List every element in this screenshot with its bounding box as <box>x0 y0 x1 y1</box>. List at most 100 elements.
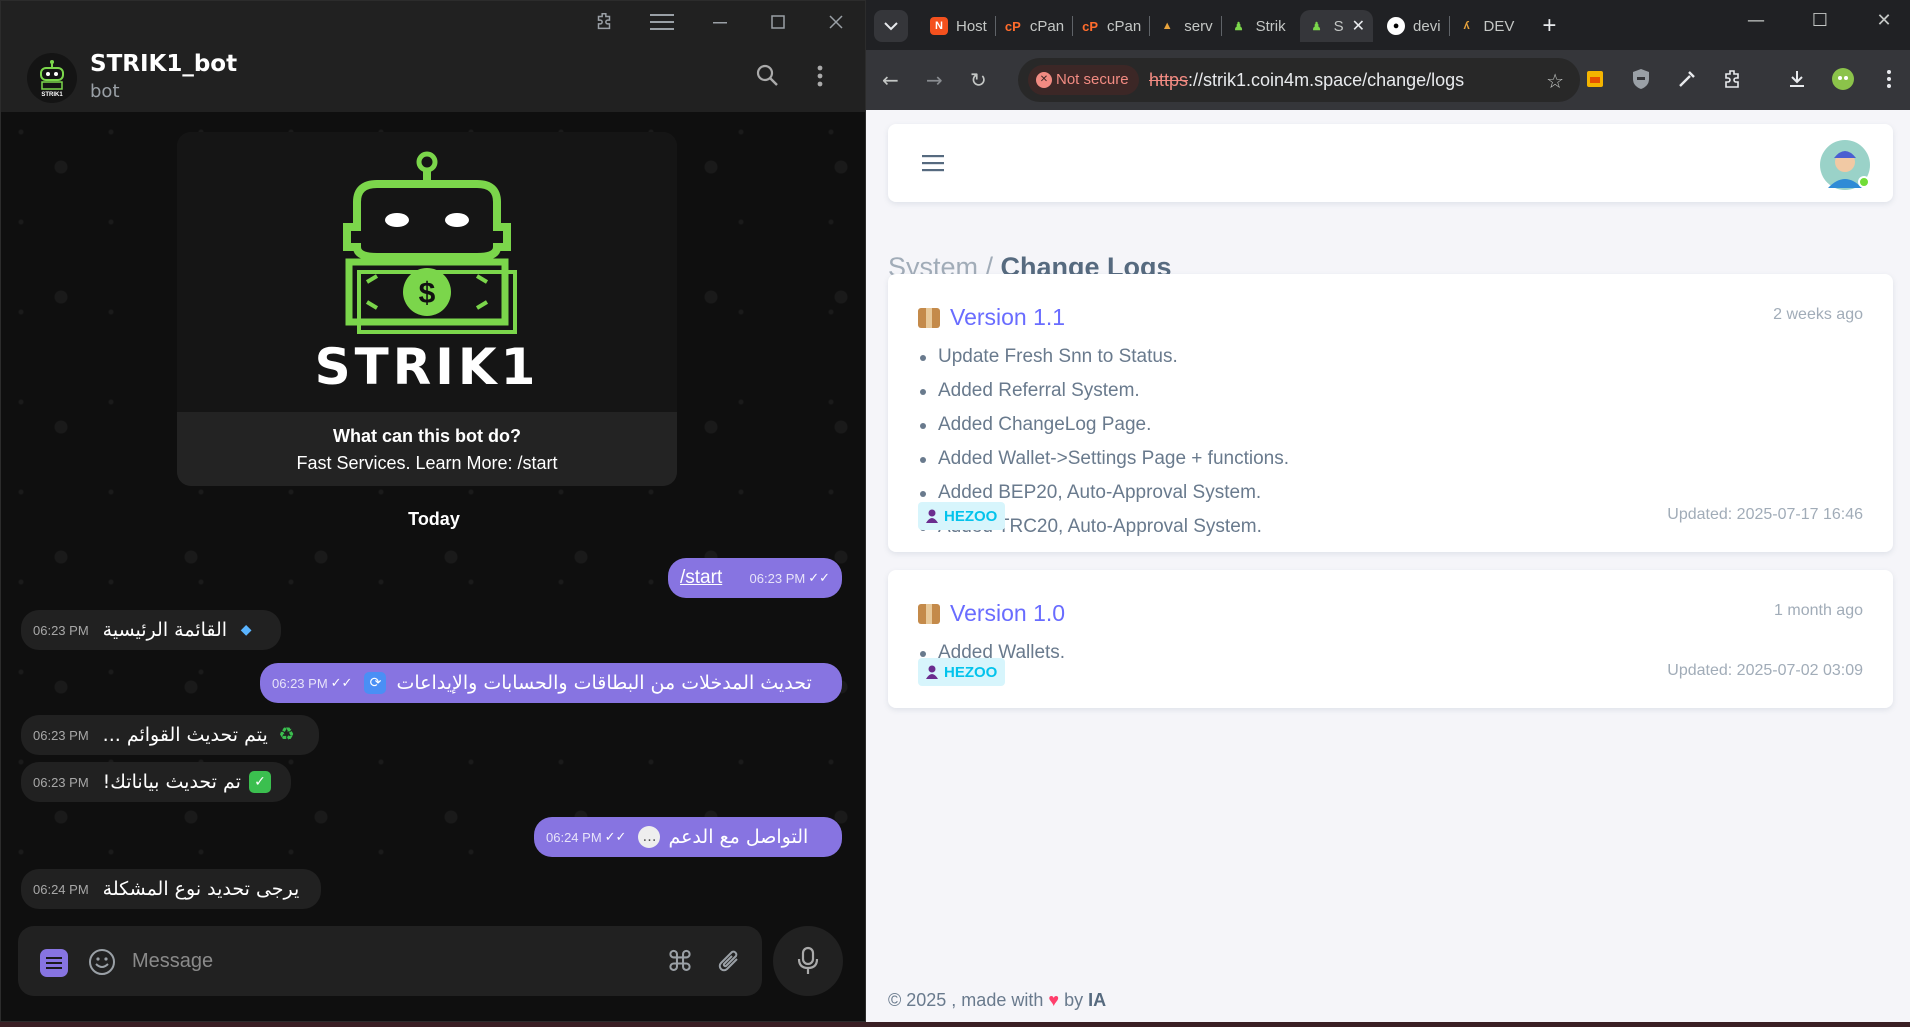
tab-dev[interactable]: ʎ DEV <box>1450 10 1523 42</box>
author-badge: HEZOO <box>918 502 1006 530</box>
chat-title[interactable]: STRIK1_bot <box>90 51 237 77</box>
eyedropper-icon[interactable] <box>1674 66 1700 92</box>
footer-text: © 2025 , made with <box>888 990 1044 1010</box>
forward-icon[interactable]: → <box>926 68 943 92</box>
tab-label: Strik <box>1255 17 1286 35</box>
tab-label: devi <box>1413 17 1441 35</box>
message-time: 06:23 PM <box>749 570 806 586</box>
message-bubble[interactable]: 06:24 PM ✓✓ … التواصل مع الدعم <box>534 817 842 857</box>
hamburger-menu-icon[interactable] <box>922 154 944 176</box>
maximize-icon[interactable] <box>761 9 795 35</box>
profile-icon[interactable] <box>1830 66 1856 92</box>
heart-icon: ♥ <box>1048 990 1060 1010</box>
change-item: Update Fresh Snn to Status. <box>918 340 1289 374</box>
footer-author[interactable]: IA <box>1088 990 1106 1010</box>
close-tab-icon[interactable]: ✕ <box>1352 16 1365 36</box>
message-input[interactable]: Message <box>132 950 213 973</box>
message-text: يرجى تحديد نوع المشكلة <box>102 878 300 900</box>
double-check-icon: ✓✓ <box>808 570 830 586</box>
message-bubble[interactable]: 06:23 PM يتم تحديث القوائم ... ♻ <box>21 715 319 755</box>
chat-area[interactable]: $ STRIK1 What can this bot do? Fast Serv… <box>1 112 865 1020</box>
message-time: 06:24 PM <box>33 881 89 897</box>
tab-host[interactable]: N Host <box>922 10 995 42</box>
message-time: 06:23 PM <box>33 774 89 790</box>
back-icon[interactable]: ← <box>882 68 899 92</box>
date-separator: Today <box>408 509 460 529</box>
bot-menu-button[interactable] <box>40 949 68 977</box>
change-item: Added Referral System. <box>918 374 1289 408</box>
dev-icon: ʎ <box>1463 20 1470 32</box>
svg-text:STRIK1: STRIK1 <box>315 338 540 396</box>
command-icon[interactable]: ⌘ <box>666 948 694 976</box>
double-check-icon: ✓✓ <box>330 675 353 691</box>
minimize-icon[interactable] <box>703 9 737 35</box>
message-text: تم تحديث بياناتك! <box>102 771 241 793</box>
message-text[interactable]: /start <box>680 567 722 589</box>
recycle-icon: ♻ <box>278 724 295 745</box>
tab-cpanel-1[interactable]: cP cPan <box>996 10 1072 42</box>
strik-icon: ♟ <box>1311 20 1322 33</box>
user-icon <box>926 665 938 679</box>
emoji-icon[interactable] <box>88 948 116 980</box>
download-icon[interactable] <box>1784 66 1810 92</box>
taskbar-strip <box>0 1022 1910 1027</box>
puzzle-icon[interactable] <box>587 9 621 35</box>
telegram-window: STRIK1 STRIK1_bot bot $ STRIK1 What can … <box>0 0 866 1022</box>
tab-label: Host <box>956 17 987 35</box>
tab-active[interactable]: ♟ S ✕ <box>1299 10 1374 42</box>
more-options-icon[interactable] <box>817 65 823 91</box>
microphone-button[interactable] <box>773 926 843 996</box>
tab-github[interactable]: ● devi <box>1379 10 1449 42</box>
online-status-dot <box>1858 176 1870 188</box>
author-name: HEZOO <box>944 507 998 525</box>
paperclip-icon[interactable] <box>715 948 741 980</box>
extension-icon[interactable] <box>1582 66 1608 92</box>
message-time: 06:23 PM <box>33 727 89 743</box>
search-icon[interactable] <box>755 63 779 91</box>
chat-avatar[interactable]: STRIK1 <box>27 53 77 103</box>
extensions-puzzle-icon[interactable] <box>1720 66 1746 92</box>
github-icon: ● <box>1387 17 1406 35</box>
window-controls: — ☐ ✕ <box>1736 10 1904 31</box>
top-navbar <box>888 124 1893 202</box>
new-tab-button[interactable]: + <box>1534 10 1564 42</box>
version-title[interactable]: Version 1.1 <box>950 304 1065 331</box>
bot-description-text: Fast Services. Learn More: /start <box>296 453 558 473</box>
chevron-down-icon <box>884 22 898 31</box>
plus-icon: + <box>1542 12 1557 39</box>
tab-search-button[interactable] <box>874 10 908 42</box>
message-text: التواصل مع الدعم <box>668 826 809 848</box>
message-bubble[interactable]: /start 06:23 PM ✓✓ <box>668 558 842 598</box>
not-secure-chip[interactable]: Not secure <box>1028 65 1139 95</box>
change-item: Added Wallet->Settings Page + functions. <box>918 442 1289 476</box>
message-composer[interactable]: Message ⌘ <box>18 926 762 996</box>
bookmark-star-icon[interactable]: ☆ <box>1546 69 1564 93</box>
url-text[interactable]: https://strik1.coin4m.space/change/logs <box>1149 70 1464 91</box>
tab-server[interactable]: ▲ serv <box>1150 10 1220 42</box>
message-bubble[interactable]: 06:23 PM تم تحديث بياناتك! ✓ <box>21 762 291 802</box>
close-icon[interactable] <box>819 9 853 35</box>
user-avatar[interactable] <box>1820 140 1870 190</box>
tab-cpanel-2[interactable]: cP cPan <box>1073 10 1149 42</box>
tab-strik[interactable]: ♟ Strik <box>1222 10 1294 42</box>
menu-icon[interactable] <box>645 9 679 35</box>
browser-window: N Host cP cPan cP cPan ▲ serv ♟ Strik ♟ S ✕ ● de… <box>866 0 1910 1022</box>
server-icon: ▲ <box>1161 20 1173 32</box>
close-icon[interactable]: ✕ <box>1864 10 1904 31</box>
message-bubble[interactable]: 06:23 PM القائمة الرئيسية ◆ <box>21 610 281 650</box>
tab-label: S <box>1333 17 1344 35</box>
cpanel-icon: cP <box>1004 18 1021 34</box>
tab-label: serv <box>1184 17 1213 35</box>
chrome-menu-icon[interactable] <box>1876 66 1902 92</box>
message-text: تحديث المدخلات من البطاقات والحسابات وال… <box>396 672 812 694</box>
shield-icon[interactable] <box>1628 66 1654 92</box>
address-bar[interactable]: Not secure https://strik1.coin4m.space/c… <box>1018 58 1580 102</box>
version-title[interactable]: Version 1.0 <box>950 600 1065 627</box>
message-bubble[interactable]: 06:24 PM يرجى تحديد نوع المشكلة <box>21 869 321 909</box>
reload-icon[interactable]: ↻ <box>970 68 987 92</box>
message-bubble[interactable]: 06:23 PM ✓✓ ⟳ تحديث المدخلات من البطاقات… <box>260 663 842 703</box>
package-icon <box>918 307 940 328</box>
extensions-area <box>1582 66 1902 92</box>
maximize-icon[interactable]: ☐ <box>1800 10 1840 31</box>
minimize-icon[interactable]: — <box>1736 10 1776 31</box>
